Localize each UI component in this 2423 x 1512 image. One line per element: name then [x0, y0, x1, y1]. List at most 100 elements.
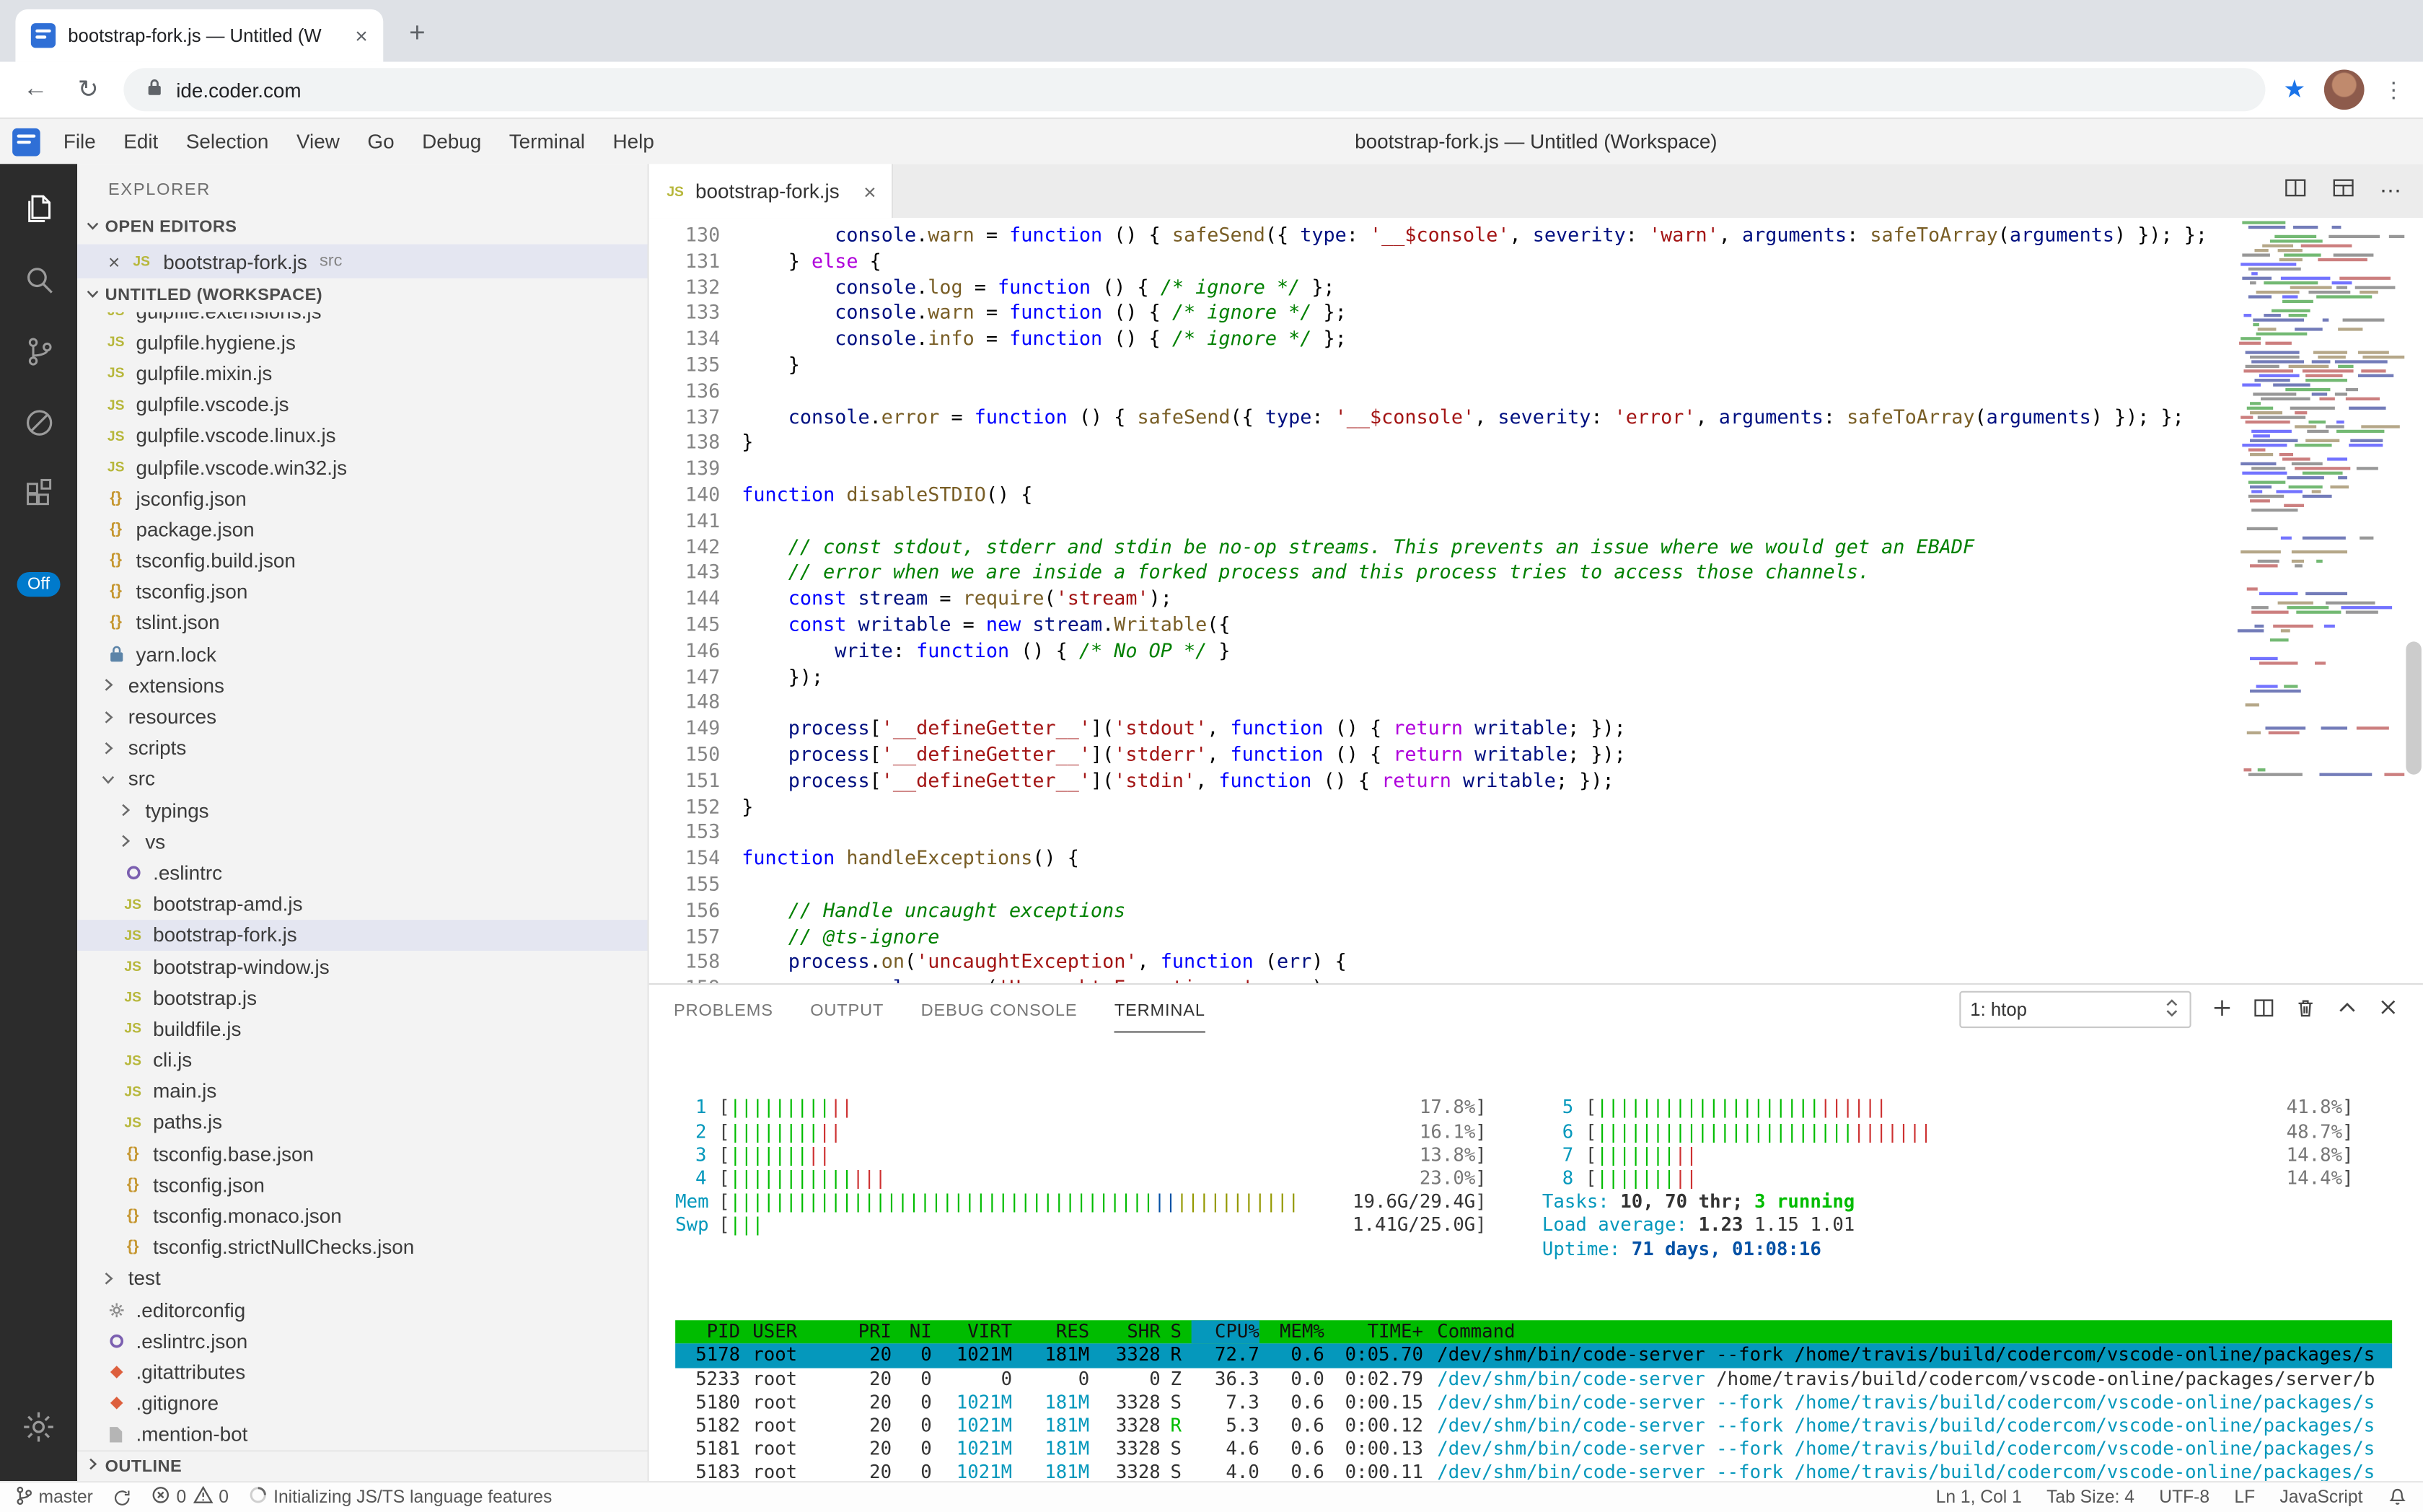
- more-actions-icon[interactable]: ⋯: [2380, 177, 2401, 203]
- column-header-mem[interactable]: MEM%: [1259, 1320, 1324, 1344]
- column-header-pri[interactable]: PRI: [839, 1320, 892, 1344]
- tree-item-typings[interactable]: typings: [77, 795, 647, 826]
- minimap[interactable]: [2235, 221, 2405, 955]
- tree-item-cli-js[interactable]: JScli.js: [77, 1045, 647, 1076]
- tree-item-main-js[interactable]: JSmain.js: [77, 1076, 647, 1107]
- language-mode[interactable]: JavaScript: [2279, 1488, 2362, 1507]
- address-bar[interactable]: ide.coder.com: [123, 68, 2264, 111]
- collaboration-off-badge[interactable]: Off: [17, 572, 61, 597]
- close-editor-tab-icon[interactable]: ×: [863, 179, 876, 203]
- avatar[interactable]: [2324, 69, 2365, 110]
- tree-item-tslint-json[interactable]: {}tslint.json: [77, 607, 647, 638]
- tree-item-gulpfile-extensions-js[interactable]: JSgulpfile.extensions.js: [77, 312, 647, 327]
- browser-menu-icon[interactable]: ⋮: [2383, 76, 2404, 102]
- tree-item-bootstrap-fork-js[interactable]: JSbootstrap-fork.js: [77, 920, 647, 951]
- notifications-bell-icon[interactable]: [2388, 1485, 2408, 1509]
- tree-item-editorconfig[interactable]: .editorconfig: [77, 1294, 647, 1325]
- column-header-virt[interactable]: VIRT: [932, 1320, 1012, 1344]
- split-terminal-icon[interactable]: [2253, 996, 2274, 1022]
- column-header-s[interactable]: S: [1161, 1320, 1192, 1344]
- tree-item-bootstrap-window-js[interactable]: JSbootstrap-window.js: [77, 951, 647, 982]
- panel-tab-problems[interactable]: PROBLEMS: [674, 987, 773, 1032]
- sync-icon[interactable]: [113, 1488, 132, 1507]
- column-header-res[interactable]: RES: [1012, 1320, 1089, 1344]
- column-header-command[interactable]: Command: [1423, 1320, 2392, 1344]
- tree-item-extensions[interactable]: extensions: [77, 669, 647, 700]
- column-header-time[interactable]: TIME+: [1324, 1320, 1423, 1344]
- tree-item-gulpfile-vscode-linux-js[interactable]: JSgulpfile.vscode.linux.js: [77, 420, 647, 451]
- tree-item-tsconfig-json[interactable]: {}tsconfig.json: [77, 576, 647, 607]
- tree-item-vs[interactable]: vs: [77, 826, 647, 857]
- code-editor[interactable]: 1301311321331341351361371381391401411421…: [649, 218, 2423, 983]
- tree-item-gulpfile-mixin-js[interactable]: JSgulpfile.mixin.js: [77, 358, 647, 389]
- problems-item[interactable]: 0 0: [151, 1486, 229, 1509]
- close-editor-icon[interactable]: ×: [108, 250, 120, 273]
- tree-item-tsconfig-strictnullchecks-json[interactable]: {}tsconfig.strictNullChecks.json: [77, 1231, 647, 1262]
- browser-tab[interactable]: bootstrap-fork.js — Untitled (W ×: [15, 9, 383, 62]
- encoding[interactable]: UTF-8: [2159, 1488, 2209, 1507]
- tree-item-mention-bot[interactable]: .mention-bot: [77, 1419, 647, 1450]
- close-tab-icon[interactable]: ×: [355, 25, 368, 46]
- maximize-panel-icon[interactable]: [2336, 996, 2358, 1022]
- new-tab-button[interactable]: +: [395, 11, 439, 54]
- search-icon[interactable]: [0, 245, 77, 316]
- process-row-5181[interactable]: 5181root2001021M181M3328S4.60.60:00.13/d…: [675, 1438, 2392, 1462]
- source-control-icon[interactable]: [0, 315, 77, 387]
- process-row-5183[interactable]: 5183root2001021M181M3328S4.00.60:00.11/d…: [675, 1462, 2392, 1481]
- column-header-shr[interactable]: SHR: [1089, 1320, 1161, 1344]
- extensions-icon[interactable]: [0, 457, 77, 529]
- cursor-position[interactable]: Ln 1, Col 1: [1936, 1488, 2022, 1507]
- tree-item-jsconfig-json[interactable]: {}jsconfig.json: [77, 483, 647, 514]
- tree-item-gulpfile-vscode-win32-js[interactable]: JSgulpfile.vscode.win32.js: [77, 452, 647, 483]
- menu-item-debug[interactable]: Debug: [408, 130, 496, 153]
- editor-tab[interactable]: JS bootstrap-fork.js ×: [649, 164, 893, 218]
- outline-section-header[interactable]: OUTLINE: [77, 1450, 647, 1481]
- tree-item-buildfile-js[interactable]: JSbuildfile.js: [77, 1013, 647, 1044]
- explorer-icon[interactable]: [0, 173, 77, 245]
- tree-item-tsconfig-build-json[interactable]: {}tsconfig.build.json: [77, 545, 647, 576]
- tree-item-gulpfile-vscode-js[interactable]: JSgulpfile.vscode.js: [77, 389, 647, 420]
- open-editors-header[interactable]: OPEN EDITORS: [77, 210, 647, 244]
- new-terminal-icon[interactable]: [2211, 996, 2233, 1022]
- reload-icon[interactable]: ↻: [71, 74, 105, 105]
- tree-item-paths-js[interactable]: JSpaths.js: [77, 1107, 647, 1138]
- column-header-pid[interactable]: PID: [675, 1320, 740, 1344]
- menu-item-terminal[interactable]: Terminal: [495, 130, 599, 153]
- tree-item-scripts[interactable]: scripts: [77, 732, 647, 763]
- menu-item-edit[interactable]: Edit: [110, 130, 172, 153]
- tree-item-tsconfig-json[interactable]: {}tsconfig.json: [77, 1169, 647, 1200]
- bookmark-star-icon[interactable]: ★: [2283, 74, 2305, 105]
- tab-size[interactable]: Tab Size: 4: [2046, 1488, 2134, 1507]
- process-row-5182[interactable]: 5182root2001021M181M3328R5.30.60:00.12/d…: [675, 1415, 2392, 1438]
- tree-item-tsconfig-monaco-json[interactable]: {}tsconfig.monaco.json: [77, 1200, 647, 1231]
- kill-terminal-icon[interactable]: [2295, 996, 2316, 1022]
- close-panel-icon[interactable]: [2378, 997, 2398, 1021]
- tree-item-bootstrap-js[interactable]: JSbootstrap.js: [77, 982, 647, 1013]
- process-row-5180[interactable]: 5180root2001021M181M3328S7.30.60:00.15/d…: [675, 1391, 2392, 1415]
- tree-item-tsconfig-base-json[interactable]: {}tsconfig.base.json: [77, 1138, 647, 1169]
- panel-tab-debug-console[interactable]: DEBUG CONSOLE: [921, 987, 1078, 1032]
- tree-item-test[interactable]: test: [77, 1263, 647, 1294]
- tree-item-gitignore[interactable]: .gitignore: [77, 1388, 647, 1419]
- panel-tab-terminal[interactable]: TERMINAL: [1114, 987, 1205, 1032]
- open-editor-item[interactable]: × JS bootstrap-fork.js src: [77, 245, 647, 278]
- column-header-user[interactable]: USER: [740, 1320, 839, 1344]
- terminal-select[interactable]: 1: htop: [1959, 991, 2191, 1028]
- column-header-ni[interactable]: NI: [892, 1320, 932, 1344]
- menu-item-selection[interactable]: Selection: [172, 130, 283, 153]
- editor-scrollbar[interactable]: [2406, 641, 2421, 774]
- workspace-section-header[interactable]: UNTITLED (WORKSPACE): [77, 278, 647, 312]
- tree-item-src[interactable]: src: [77, 763, 647, 794]
- eol-indicator[interactable]: LF: [2234, 1488, 2255, 1507]
- back-icon[interactable]: ←: [19, 76, 53, 104]
- split-editor-icon[interactable]: [2284, 175, 2307, 206]
- tree-item-resources[interactable]: resources: [77, 701, 647, 732]
- tree-item-package-json[interactable]: {}package.json: [77, 514, 647, 545]
- tree-item-gulpfile-hygiene-js[interactable]: JSgulpfile.hygiene.js: [77, 327, 647, 358]
- editor-layout-icon[interactable]: [2332, 175, 2355, 206]
- tree-item-bootstrap-amd-js[interactable]: JSbootstrap-amd.js: [77, 888, 647, 919]
- column-header-cpu[interactable]: CPU%: [1192, 1320, 1259, 1344]
- tree-item-eslintrc[interactable]: .eslintrc: [77, 857, 647, 888]
- tree-item-yarn-lock[interactable]: yarn.lock: [77, 638, 647, 669]
- git-branch-item[interactable]: master: [15, 1485, 92, 1509]
